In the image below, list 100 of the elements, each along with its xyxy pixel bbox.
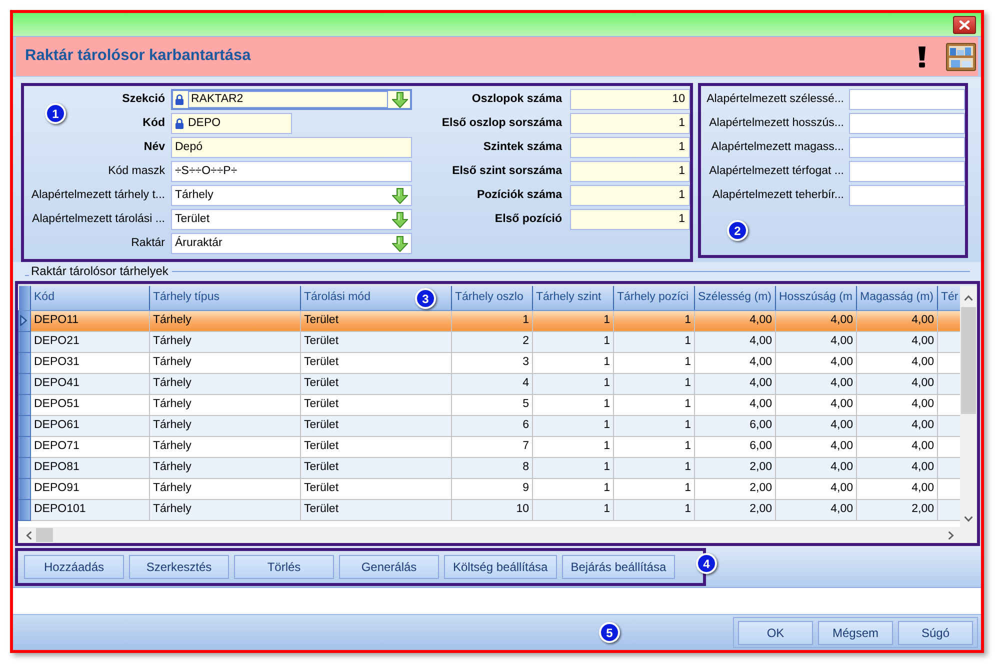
chevron-right-icon[interactable] <box>948 530 954 540</box>
chevron-left-icon[interactable] <box>26 530 32 540</box>
row-header[interactable] <box>18 352 30 373</box>
close-button[interactable] <box>953 16 976 34</box>
table-cell: 4 <box>452 373 532 394</box>
number-field[interactable]: 1 <box>570 185 690 206</box>
toolbar-button[interactable]: Hozzáadás <box>24 555 124 579</box>
callout-number: 5 <box>599 622 620 643</box>
table-cell: 4,00 <box>856 331 938 352</box>
table-row[interactable]: DEPO41 Tárhely Terület 4 1 1 4,00 4,00 4,00 <box>18 373 960 394</box>
table-row[interactable]: DEPO51 Tárhely Terület 5 1 1 4,00 4,00 4,00 <box>18 394 960 415</box>
dialog-button[interactable]: Mégsem <box>818 620 893 644</box>
table-cell: Tárhely <box>150 499 300 520</box>
row-header[interactable] <box>18 310 30 331</box>
dropdown-field[interactable]: Terület <box>171 209 412 230</box>
down-arrow-icon[interactable] <box>392 92 408 108</box>
text-field[interactable]: ÷S÷÷O÷÷P÷ <box>171 161 412 182</box>
column-header[interactable]: Magasság (m) <box>856 286 938 310</box>
table-row[interactable]: DEPO31 Tárhely Terület 3 1 1 4,00 4,00 4,00 <box>18 352 960 373</box>
table-cell: 4,00 <box>694 352 776 373</box>
dropdown-field[interactable]: Áruraktár <box>171 233 412 254</box>
toolbar-button[interactable]: Költség beállítása <box>444 555 557 579</box>
column-header[interactable]: Tárhely oszlo <box>452 286 532 310</box>
down-arrow-icon[interactable] <box>392 212 408 228</box>
text-field[interactable] <box>849 161 965 182</box>
row-header[interactable] <box>18 331 30 352</box>
table-row[interactable]: DEPO81 Tárhely Terület 8 1 1 2,00 4,00 4,00 <box>18 457 960 478</box>
field-label: Alapértelmezett teherbír... <box>711 188 844 202</box>
column-header[interactable]: Tárhely pozíci <box>614 286 694 310</box>
row-header[interactable] <box>18 394 30 415</box>
scrollbar-thumb[interactable] <box>36 528 53 542</box>
table-cell: DEPO51 <box>30 394 150 415</box>
table-cell: DEPO81 <box>30 457 150 478</box>
row-header[interactable] <box>18 499 30 520</box>
toolbar-button[interactable]: Generálás <box>339 555 439 579</box>
down-arrow-icon[interactable] <box>392 188 408 204</box>
text-field[interactable]: DEPO <box>171 113 292 134</box>
group-title: Raktár tárolósor tárhelyek <box>31 264 168 279</box>
down-arrow-icon[interactable] <box>392 236 408 252</box>
field-label: Alapértelmezett magass... <box>710 140 844 154</box>
table-row[interactable]: DEPO61 Tárhely Terület 6 1 1 6,00 4,00 4,00 <box>18 415 960 436</box>
table-row[interactable]: DEPO11 Tárhely Terület 1 1 1 4,00 4,00 4,00 <box>18 310 960 331</box>
chevron-down-icon[interactable] <box>964 516 973 522</box>
text-field[interactable] <box>849 113 965 134</box>
table-cell: Terület <box>300 310 452 331</box>
chevron-up-icon[interactable] <box>964 295 973 301</box>
scrollbar-thumb[interactable] <box>961 307 976 414</box>
table-cell: Tárhely <box>150 331 300 352</box>
row-header[interactable] <box>18 457 30 478</box>
row-header[interactable] <box>18 373 30 394</box>
table-cell: Tárhely <box>150 394 300 415</box>
table-cell: 1 <box>614 331 694 352</box>
dialog-button[interactable]: OK <box>738 620 813 644</box>
dropdown-field[interactable]: Tárhely <box>171 185 412 206</box>
column-header[interactable]: Szélesség (m) <box>694 286 776 310</box>
horizontal-scrollbar[interactable] <box>18 527 960 543</box>
row-header[interactable] <box>18 478 30 499</box>
table-cell: 4,00 <box>776 478 856 499</box>
column-header[interactable]: Tárhely típus <box>150 286 300 310</box>
number-field[interactable]: 1 <box>570 209 690 230</box>
table-row[interactable]: DEPO21 Tárhely Terület 2 1 1 4,00 4,00 4,00 <box>18 331 960 352</box>
column-header[interactable]: Tárhely szint <box>532 286 614 310</box>
table-row[interactable]: DEPO71 Tárhely Terület 7 1 1 6,00 4,00 4,00 <box>18 436 960 457</box>
text-field[interactable] <box>849 89 965 110</box>
number-field[interactable]: 1 <box>570 113 690 134</box>
table-cell: Terület <box>300 499 452 520</box>
text-input[interactable]: RAKTAR2 <box>188 91 388 108</box>
text-field[interactable] <box>849 185 965 206</box>
table-cell: 4,00 <box>856 373 938 394</box>
column-header[interactable]: Hosszúság (m <box>776 286 856 310</box>
row-header[interactable] <box>18 415 30 436</box>
number-field[interactable]: 1 <box>570 137 690 158</box>
vertical-scrollbar[interactable] <box>960 286 977 527</box>
toolbar-button[interactable]: Törlés <box>234 555 334 579</box>
dropdown-field[interactable]: RAKTAR2 <box>171 89 412 110</box>
text-field[interactable] <box>849 137 965 158</box>
table-cell: DEPO101 <box>30 499 150 520</box>
table-cell: 3 <box>452 352 532 373</box>
text-field[interactable]: Depó <box>171 137 412 158</box>
table-cell: 1 <box>532 457 614 478</box>
table-cell: 1 <box>614 394 694 415</box>
table-cell: 1 <box>532 310 614 331</box>
number-field[interactable]: 1 <box>570 161 690 182</box>
table-cell: 8 <box>452 457 532 478</box>
table-row[interactable]: DEPO101 Tárhely Terület 10 1 1 2,00 4,00 2,00 <box>18 499 960 520</box>
column-header[interactable]: Tér <box>938 286 960 310</box>
toolbar-button[interactable]: Bejárás beállítása <box>562 555 676 579</box>
table-cell: 4,00 <box>694 331 776 352</box>
table-cell: 1 <box>532 394 614 415</box>
table-row[interactable]: DEPO91 Tárhely Terület 9 1 1 2,00 4,00 4,00 <box>18 478 960 499</box>
table-cell: Terület <box>300 352 452 373</box>
table-cell: 5 <box>452 394 532 415</box>
table-cell: 1 <box>532 415 614 436</box>
table-cell: 2,00 <box>694 478 776 499</box>
dialog-button[interactable]: Súgó <box>898 620 973 644</box>
column-header[interactable]: Kód <box>30 286 150 310</box>
row-header[interactable] <box>18 436 30 457</box>
table-cell: 4,00 <box>856 352 938 373</box>
toolbar-button[interactable]: Szerkesztés <box>129 555 229 579</box>
number-field[interactable]: 10 <box>570 89 690 110</box>
